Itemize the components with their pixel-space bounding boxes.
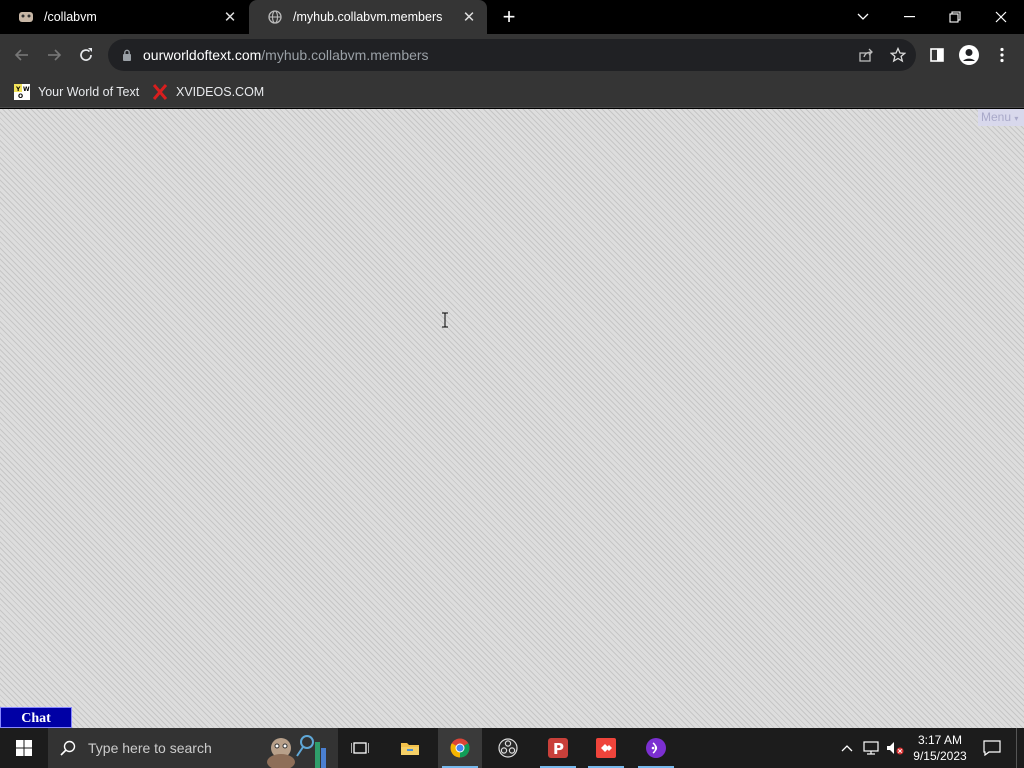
new-tab-plus-icon[interactable]: +	[497, 5, 521, 29]
collabvm-favicon-icon	[18, 9, 34, 25]
svg-text:O: O	[18, 93, 23, 100]
menu-label: Menu	[981, 110, 1012, 124]
reload-icon[interactable]	[74, 43, 98, 67]
svg-text:P: P	[553, 740, 564, 758]
tab-collabvm[interactable]: /collabvm ✕	[0, 0, 248, 34]
show-hidden-icons-chevron-icon[interactable]	[836, 728, 858, 768]
bookmark-label: Your World of Text	[38, 85, 140, 99]
kebab-menu-icon[interactable]	[990, 43, 1014, 67]
task-view-icon[interactable]	[340, 728, 380, 768]
podcast-app-icon[interactable]	[634, 728, 678, 768]
search-highlight-illustration-icon	[263, 728, 335, 768]
url-text: ourworldoftext.com/myhub.collabvm.member…	[143, 47, 429, 63]
bookmarks-bar: YWO Your World of Text XVIDEOS.COM	[0, 76, 1024, 108]
xvideos-icon	[152, 84, 168, 100]
minimize-icon[interactable]	[886, 0, 932, 34]
notification-center-icon[interactable]	[976, 728, 1008, 768]
browser-toolbar: ourworldoftext.com/myhub.collabvm.member…	[0, 34, 1024, 76]
clock[interactable]: 3:17 AM 9/15/2023	[906, 728, 974, 768]
windows-taskbar: Type here to search P 3:17 AM 9/15/2023	[0, 728, 1024, 768]
url-path: /myhub.collabvm.members	[261, 47, 429, 63]
bookmark-star-icon[interactable]	[890, 47, 906, 63]
globe-icon	[267, 9, 283, 25]
anydesk-icon[interactable]	[584, 728, 628, 768]
close-tab-icon[interactable]: ✕	[222, 9, 238, 26]
address-bar[interactable]: ourworldoftext.com/myhub.collabvm.member…	[108, 39, 916, 71]
obs-studio-icon[interactable]	[488, 728, 528, 768]
bookmark-label: XVIDEOS.COM	[176, 85, 265, 99]
bookmark-xvideos[interactable]: XVIDEOS.COM	[152, 82, 264, 102]
svg-text:W: W	[23, 86, 30, 93]
close-window-icon[interactable]	[978, 0, 1024, 34]
file-explorer-icon[interactable]	[390, 728, 430, 768]
app-p-icon[interactable]: P	[536, 728, 580, 768]
lock-icon[interactable]	[120, 48, 134, 62]
svg-text:Y: Y	[15, 86, 21, 93]
close-tab-icon[interactable]: ✕	[461, 9, 477, 26]
forward-arrow-icon[interactable]	[42, 43, 66, 67]
clock-time: 3:17 AM	[917, 733, 963, 747]
search-placeholder: Type here to search	[88, 740, 212, 756]
clock-date: 9/15/2023	[913, 749, 967, 763]
yourworldoftext-icon: YWO	[14, 84, 30, 100]
network-icon[interactable]	[860, 728, 882, 768]
bookmark-your-world-of-text[interactable]: YWO Your World of Text	[14, 82, 139, 102]
tab-strip: /collabvm ✕ /myhub.collabvm.members ✕ +	[0, 0, 1024, 34]
show-desktop-button[interactable]	[1016, 728, 1024, 768]
windows-start-icon[interactable]	[0, 728, 48, 768]
tab-search-chevron-icon[interactable]	[840, 0, 886, 34]
share-icon[interactable]	[858, 47, 874, 63]
chrome-taskbar-icon[interactable]	[438, 728, 482, 768]
restore-icon[interactable]	[932, 0, 978, 34]
chat-button[interactable]: Chat	[0, 707, 72, 728]
volume-muted-icon[interactable]	[884, 728, 906, 768]
profile-avatar-icon[interactable]	[957, 43, 981, 67]
side-panel-icon[interactable]	[925, 43, 949, 67]
tab-title: /collabvm	[44, 10, 97, 24]
text-cursor-icon	[441, 312, 449, 328]
tab-myhub[interactable]: /myhub.collabvm.members ✕	[249, 0, 487, 34]
menu-button[interactable]: Menu ▾	[978, 109, 1024, 126]
back-arrow-icon[interactable]	[10, 43, 34, 67]
search-icon	[60, 740, 76, 756]
menu-chevron-icon: ▾	[1014, 114, 1019, 123]
taskbar-search-box[interactable]: Type here to search	[48, 728, 338, 768]
tab-title: /myhub.collabvm.members	[293, 10, 443, 24]
world-canvas[interactable]: Menu ▾ Chat	[0, 109, 1024, 728]
url-domain: ourworldoftext.com	[143, 47, 262, 63]
